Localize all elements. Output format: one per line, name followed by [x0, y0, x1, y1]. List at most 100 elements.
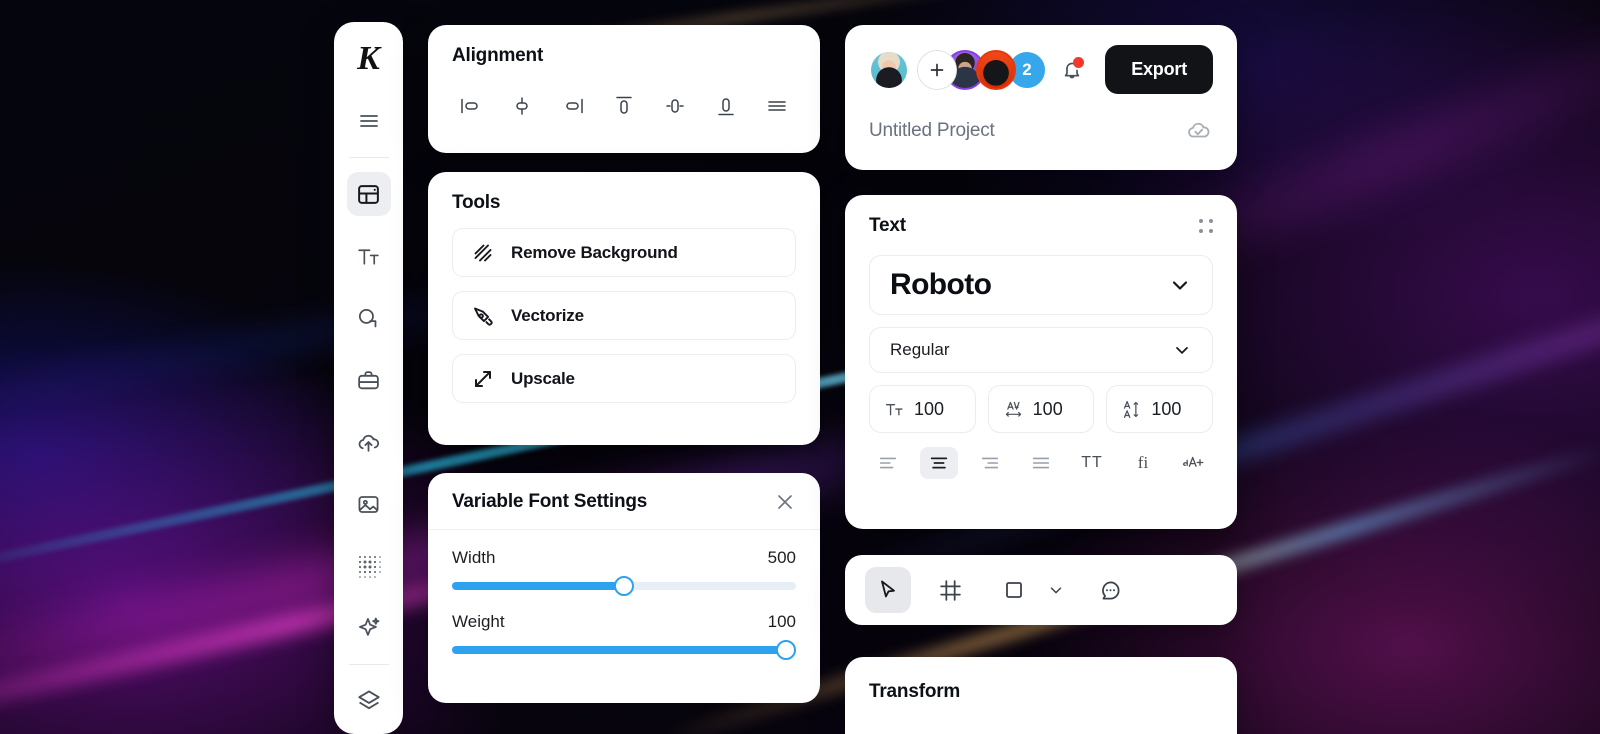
- sidebar-item-templates[interactable]: [346, 172, 391, 216]
- alignment-panel: Alignment: [428, 25, 820, 153]
- align-bottom-button[interactable]: [707, 89, 745, 123]
- dot: [1209, 229, 1213, 233]
- weight-slider[interactable]: [452, 640, 796, 660]
- app-logo[interactable]: K: [346, 36, 392, 82]
- upscale-button[interactable]: Upscale: [452, 354, 796, 403]
- briefcase-icon: [356, 368, 381, 393]
- layers-icon: [356, 688, 382, 714]
- comment-tool-button[interactable]: [1087, 567, 1133, 613]
- weight-slider-label-row: Weight 100: [452, 612, 796, 632]
- drag-dots-icon[interactable]: [1199, 219, 1213, 233]
- remove-background-button[interactable]: Remove Background: [452, 228, 796, 277]
- sidebar-item-shapes[interactable]: [347, 296, 391, 340]
- distribute-icon: [764, 93, 790, 119]
- dot: [1209, 219, 1213, 223]
- align-top-button[interactable]: [605, 89, 643, 123]
- sidebar-item-text[interactable]: [347, 234, 391, 278]
- align-center-horizontal-button[interactable]: [503, 89, 541, 123]
- avatar-overflow-label: 2: [1022, 59, 1032, 79]
- type-plus-icon: [1182, 452, 1206, 474]
- align-right-button[interactable]: [554, 89, 592, 123]
- more-type-options-button[interactable]: [1175, 447, 1213, 479]
- text-tt-icon: [356, 244, 381, 269]
- avatar-image: [871, 51, 907, 88]
- sidebar-item-menu[interactable]: [347, 99, 391, 143]
- align-left-icon: [458, 93, 484, 119]
- notifications-button[interactable]: [1055, 53, 1089, 87]
- sparkle-icon: [356, 615, 382, 641]
- vectorize-button[interactable]: Vectorize: [452, 291, 796, 340]
- distribute-button[interactable]: [758, 89, 796, 123]
- width-slider-handle[interactable]: [614, 576, 634, 596]
- image-icon: [356, 492, 381, 517]
- header-top-row: 2 Export: [869, 45, 1213, 94]
- dot-grid-icon: [356, 553, 382, 579]
- line-height-field[interactable]: 100: [1106, 385, 1214, 433]
- align-middle-vertical-icon: [662, 93, 688, 119]
- shape-options-button[interactable]: [1043, 567, 1069, 613]
- dot: [1199, 229, 1203, 233]
- project-name[interactable]: Untitled Project: [869, 120, 995, 142]
- text-align-right-icon: [979, 452, 1001, 474]
- layout-template-icon: [356, 182, 381, 207]
- project-header-panel: 2 Export Untitled Project: [845, 25, 1237, 170]
- sidebar-item-images[interactable]: [347, 482, 391, 526]
- alignment-buttons-row: [452, 89, 796, 123]
- uppercase-button[interactable]: TT: [1073, 447, 1111, 479]
- sidebar-item-brand-kit[interactable]: [347, 358, 391, 402]
- dot: [1199, 219, 1203, 223]
- add-collaborator-button[interactable]: [917, 49, 957, 90]
- width-value: 500: [767, 548, 796, 567]
- chevron-down-icon: [1172, 340, 1192, 360]
- sidebar-item-patterns[interactable]: [347, 544, 391, 588]
- font-size-icon: [884, 399, 905, 420]
- select-tool-button[interactable]: [865, 567, 911, 613]
- text-align-right-button[interactable]: [971, 447, 1009, 479]
- text-align-justify-button[interactable]: [1022, 447, 1060, 479]
- variable-font-settings-panel: Variable Font Settings Width 500 Weight …: [428, 473, 820, 703]
- text-align-left-icon: [877, 452, 899, 474]
- variable-font-settings-header: Variable Font Settings: [428, 473, 820, 530]
- alignment-title: Alignment: [452, 45, 544, 66]
- avatar-collaborator-1[interactable]: [869, 49, 909, 90]
- width-slider[interactable]: [452, 576, 796, 596]
- cursor-arrow-icon: [876, 578, 900, 602]
- text-align-left-button[interactable]: [869, 447, 907, 479]
- sidebar-item-layers[interactable]: [347, 679, 391, 723]
- align-right-icon: [560, 93, 586, 119]
- align-left-button[interactable]: [452, 89, 490, 123]
- frame-tool-button[interactable]: [927, 567, 973, 613]
- text-panel-header: Text: [869, 215, 1213, 237]
- letter-spacing-value: 100: [1032, 398, 1063, 419]
- chevron-down-icon: [1168, 273, 1192, 297]
- weight-value: 100: [767, 612, 796, 631]
- ligature-fi-icon: fi: [1137, 453, 1149, 472]
- ligatures-button[interactable]: fi: [1124, 447, 1162, 479]
- avatar-image: [978, 51, 1014, 88]
- diagonal-hatch-icon: [471, 241, 495, 265]
- text-align-center-icon: [928, 452, 950, 474]
- weight-slider-fill: [452, 646, 786, 654]
- font-size-field[interactable]: 100: [869, 385, 976, 433]
- avatar-collaborator-3[interactable]: [976, 49, 1016, 90]
- remove-background-label: Remove Background: [511, 242, 678, 262]
- weight-slider-handle[interactable]: [775, 640, 796, 660]
- font-style-select[interactable]: Regular: [869, 327, 1213, 373]
- font-family-select[interactable]: Roboto: [869, 255, 1213, 315]
- letter-spacing-field[interactable]: 100: [987, 385, 1095, 433]
- align-middle-vertical-button[interactable]: [656, 89, 694, 123]
- text-numeric-fields: 100 100 100: [869, 385, 1214, 433]
- shape-tool-button[interactable]: [991, 567, 1037, 613]
- text-align-center-button[interactable]: [920, 447, 958, 479]
- text-align-row: TT fi: [869, 447, 1213, 479]
- sidebar-divider-top: [348, 157, 389, 158]
- cloud-upload-icon: [356, 430, 381, 455]
- export-button[interactable]: Export: [1105, 45, 1213, 94]
- close-icon[interactable]: [774, 491, 796, 513]
- width-label: Width: [452, 548, 496, 567]
- line-height-icon: [1121, 399, 1142, 420]
- sidebar-item-ai-magic[interactable]: [347, 606, 391, 650]
- align-bottom-icon: [713, 93, 739, 119]
- sidebar-item-uploads[interactable]: [347, 420, 391, 464]
- cloud-check-icon[interactable]: [1183, 116, 1213, 146]
